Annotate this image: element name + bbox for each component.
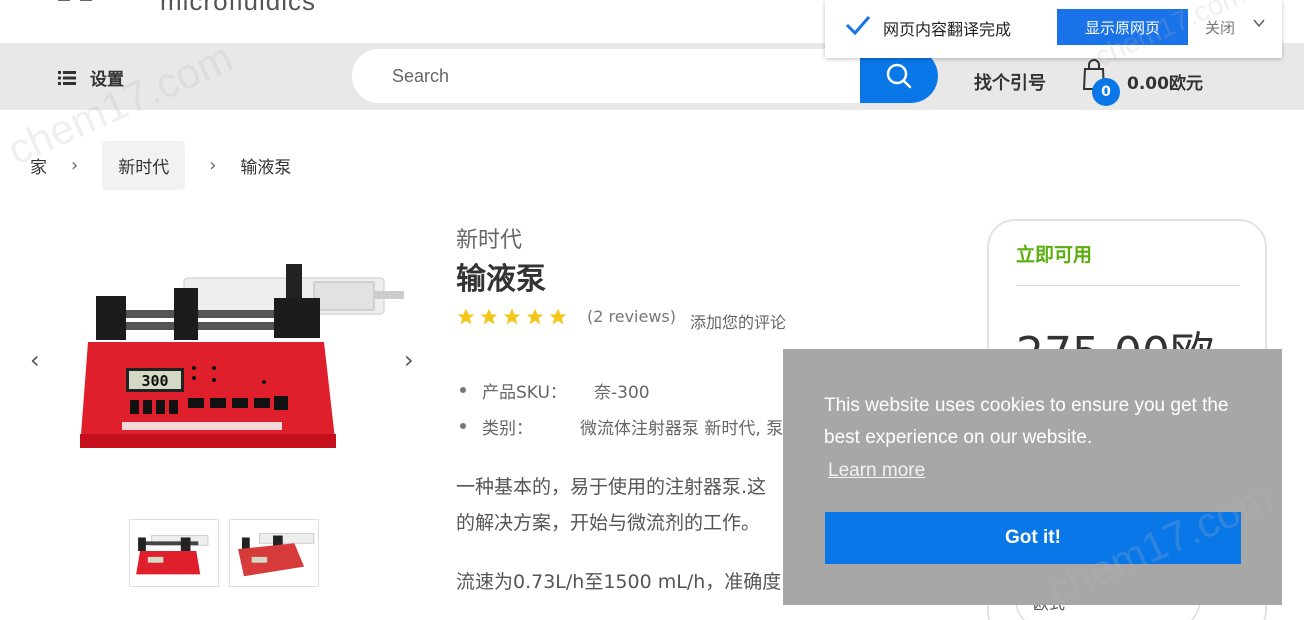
availability-status: 立即可用 bbox=[1016, 244, 1093, 266]
gallery-prev-button[interactable]: ‹ bbox=[30, 346, 40, 374]
spec-sku: 产品SKU： 奈-300 bbox=[456, 372, 783, 408]
product-specs: 产品SKU： 奈-300 类别： 微流体注射器泵 新时代, 泵 bbox=[456, 372, 783, 444]
bullet bbox=[460, 387, 466, 393]
list-icon bbox=[58, 70, 76, 85]
star-icon bbox=[480, 308, 498, 325]
review-count[interactable]: (2 reviews) bbox=[587, 307, 676, 326]
menu-label: 设置 bbox=[90, 70, 124, 90]
chevron-right-icon: › bbox=[71, 154, 79, 176]
rating-stars bbox=[456, 307, 568, 327]
product-thumbnail[interactable] bbox=[229, 519, 319, 587]
check-icon bbox=[845, 16, 871, 36]
logo-text[interactable]: microfluidics bbox=[160, 0, 316, 17]
accept-cookies-button[interactable]: Got it! bbox=[825, 512, 1241, 564]
product-image[interactable]: 300 bbox=[74, 258, 410, 458]
display-value: 300 bbox=[141, 372, 168, 390]
spec-label: 类别： bbox=[482, 418, 533, 439]
translate-message: 网页内容翻译完成 bbox=[883, 20, 1012, 39]
chevron-right-icon: › bbox=[209, 154, 217, 176]
translate-bar: 网页内容翻译完成 显示原网页 关闭 bbox=[825, 0, 1282, 58]
breadcrumb-current: 输液泵 bbox=[240, 157, 292, 178]
chevron-down-icon[interactable] bbox=[1253, 18, 1265, 28]
breadcrumb: 家 › 新时代 › 输液泵 bbox=[30, 140, 292, 190]
description-line: 流速为0.73L/h至1500 mL/h，准确度 bbox=[456, 571, 782, 593]
divider bbox=[1016, 285, 1240, 286]
description-line: 一种基本的，易于使用的注射器泵.这 bbox=[456, 476, 767, 498]
logo-mark-icon bbox=[58, 0, 92, 1]
show-original-button[interactable]: 显示原网页 bbox=[1057, 9, 1188, 45]
bullet bbox=[460, 423, 466, 429]
cookie-banner: This website uses cookies to ensure you … bbox=[783, 349, 1282, 605]
product-description: 一种基本的，易于使用的注射器泵.这 的解决方案，开始与微流剂的工作。 bbox=[456, 469, 796, 541]
cookie-message: This website uses cookies to ensure you … bbox=[824, 395, 1229, 448]
page-root: microfluidics 设置 找个引号 bbox=[0, 0, 1304, 620]
search-icon bbox=[886, 63, 912, 89]
search-input[interactable] bbox=[392, 49, 852, 103]
close-translate-button[interactable]: 关闭 bbox=[1205, 17, 1235, 38]
breadcrumb-category[interactable]: 新时代 bbox=[102, 140, 186, 190]
cart-total[interactable]: 0.00欧元 bbox=[1127, 69, 1203, 94]
product-thumbnail[interactable] bbox=[129, 519, 219, 587]
product-brand[interactable]: 新时代 bbox=[456, 222, 522, 254]
menu-button[interactable]: 设置 bbox=[58, 65, 124, 90]
star-icon bbox=[526, 308, 544, 325]
spec-category: 类别： 微流体注射器泵 新时代, 泵 bbox=[456, 408, 783, 444]
spec-label: 产品SKU： bbox=[482, 382, 567, 403]
product-title: 输液泵 bbox=[456, 262, 546, 297]
star-icon bbox=[457, 308, 475, 325]
cart-button[interactable]: 0 bbox=[1082, 59, 1122, 106]
learn-more-link[interactable]: Learn more bbox=[828, 460, 925, 482]
star-icon bbox=[549, 308, 567, 325]
spec-value[interactable]: 微流体注射器泵 新时代, 泵 bbox=[580, 414, 783, 439]
description-line: 的解决方案，开始与微流剂的工作。 bbox=[456, 512, 761, 534]
add-review-link[interactable]: 添加您的评论 bbox=[690, 309, 786, 333]
star-icon bbox=[503, 308, 521, 325]
breadcrumb-home[interactable]: 家 bbox=[30, 153, 47, 178]
cart-count-badge: 0 bbox=[1092, 78, 1120, 106]
quote-link[interactable]: 找个引号 bbox=[974, 69, 1046, 95]
spec-value: 奈-300 bbox=[594, 382, 650, 403]
